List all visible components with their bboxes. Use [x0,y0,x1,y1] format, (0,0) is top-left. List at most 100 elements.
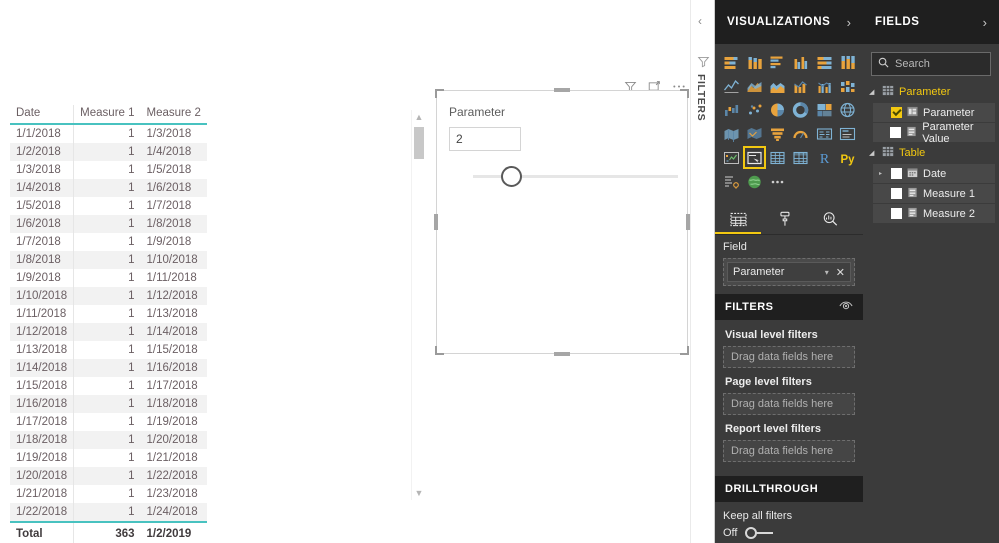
table-cell[interactable]: 1 [73,215,141,233]
table-visual[interactable]: Date Measure 1 Measure 2 1/1/2018 1 1/3/20… [10,105,207,543]
table-cell[interactable]: 1/16/2018 [140,359,207,377]
resize-handle-top-left[interactable] [435,89,444,98]
chevron-down-icon[interactable]: ▾ [825,268,829,277]
filter-dropzone[interactable]: Drag data fields here [723,346,855,368]
field-checkbox[interactable] [891,168,902,179]
viz-icon-line-stacked-column-chart[interactable] [789,74,812,97]
table-cell[interactable]: 1/10/2018 [140,251,207,269]
resize-handle-top[interactable] [554,88,570,92]
tab-format[interactable] [761,206,807,234]
slicer-visual[interactable]: Parameter 2 [434,88,690,356]
table-cell[interactable]: 1/9/2018 [141,233,207,251]
viz-icon-gauge-chart[interactable] [789,122,812,145]
close-icon[interactable]: ✕ [836,266,845,279]
table-cell[interactable]: 1/15/2018 [10,377,74,395]
table-cell[interactable]: 1/5/2018 [141,161,207,179]
field-chip-parameter[interactable]: Parameter ▾ ✕ [727,262,851,282]
table-cell[interactable]: 1 [73,161,141,179]
table-cell[interactable]: 1/6/2018 [140,179,207,197]
table-cell[interactable]: 1 [73,323,141,341]
search-input[interactable]: Search [871,52,991,76]
visualization-gallery[interactable]: R Py [715,44,863,197]
table-row[interactable]: 1/22/2018 1 1/24/2018 [10,503,207,522]
viz-icon-line-chart[interactable] [720,74,743,97]
table-cell[interactable]: 1/23/2018 [141,485,207,503]
table-cell[interactable]: 1/6/2018 [10,215,74,233]
viz-icon-100-stacked-column-chart[interactable] [836,50,859,73]
viz-icon-table[interactable] [766,146,789,169]
table-cell[interactable]: 1/14/2018 [140,323,207,341]
table-cell[interactable]: 1/16/2018 [10,395,74,413]
table-row[interactable]: 1/21/2018 1 1/23/2018 [10,485,207,503]
table-row[interactable]: 1/6/2018 1 1/8/2018 [10,215,207,233]
viz-icon-card[interactable] [836,122,859,145]
fields-table-group-table[interactable]: ◢ Table [863,143,999,163]
scroll-up-arrow[interactable]: ▲ [412,110,426,124]
table-cell[interactable]: 1/21/2018 [141,449,207,467]
chevron-left-icon[interactable]: ‹ [698,14,702,28]
viz-icon-r-script-visual[interactable]: R [813,146,836,169]
table-cell[interactable]: 1 [73,197,141,215]
table-cell[interactable]: 1/20/2018 [10,467,74,485]
table-row[interactable]: 1/2/2018 1 1/4/2018 [10,143,207,161]
table-cell[interactable]: 1/10/2018 [10,287,74,305]
table-cell[interactable]: 1 [73,431,141,449]
eye-icon[interactable] [839,298,853,316]
table-row[interactable]: 1/20/2018 1 1/22/2018 [10,467,207,485]
expand-icon[interactable]: ▸ [879,170,886,177]
table-cell[interactable]: 1/22/2018 [10,503,74,522]
table-row[interactable]: 1/5/2018 1 1/7/2018 [10,197,207,215]
table-cell[interactable]: 1/11/2018 [10,305,74,323]
table-row[interactable]: 1/4/2018 1 1/6/2018 [10,179,207,197]
table-cell[interactable]: 1 [73,287,141,305]
table-cell[interactable]: 1/2/2018 [10,143,74,161]
viz-icon-area-chart[interactable] [743,74,766,97]
table-row[interactable]: 1/8/2018 1 1/10/2018 [10,251,207,269]
viz-icon-funnel-chart[interactable] [766,122,789,145]
table-row[interactable]: 1/12/2018 1 1/14/2018 [10,323,207,341]
table-cell[interactable]: 1/21/2018 [10,485,74,503]
viz-icon-filled-map[interactable] [720,122,743,145]
table-cell[interactable]: 1/12/2018 [10,323,74,341]
viz-icon-slicer[interactable] [743,146,767,169]
table-cell[interactable]: 1/24/2018 [140,503,207,522]
field-row-measure-2[interactable]: Measure 2 [873,204,995,223]
table-cell[interactable]: 1/14/2018 [10,359,74,377]
table-cell[interactable]: 1 [73,179,141,197]
field-row-parameter-value[interactable]: Parameter Value [873,121,995,145]
table-row[interactable]: 1/13/2018 1 1/15/2018 [10,341,207,359]
table-cell[interactable]: 1/13/2018 [141,305,207,323]
viz-icon-line-clustered-column-chart[interactable] [813,74,836,97]
table-cell[interactable]: 1 [73,395,141,413]
table-row[interactable]: 1/19/2018 1 1/21/2018 [10,449,207,467]
resize-handle-bottom-right[interactable] [680,346,689,355]
slicer-value-input[interactable]: 2 [449,127,521,151]
table-cell[interactable]: 1 [73,124,141,143]
chevron-right-icon-fields[interactable]: › [983,15,987,30]
viz-icon-pie-chart[interactable] [766,98,789,121]
keep-all-filters-toggle-row[interactable]: Off [723,527,855,539]
filters-pane-collapsed[interactable]: ‹ FILTERS [690,0,715,543]
table-cell[interactable]: 1 [73,359,141,377]
viz-icon-stacked-column-chart[interactable] [743,50,766,73]
viz-icon-clustered-bar-chart[interactable] [766,50,789,73]
field-checkbox[interactable] [891,208,902,219]
fields-tree[interactable]: ◢ Parameter Parameter Parameter Value ◢ Table… [863,80,999,223]
slider-handle[interactable] [501,166,522,187]
chevron-right-icon[interactable]: › [847,15,851,30]
table-cell[interactable]: 1 [73,485,141,503]
scrollbar-thumb[interactable] [414,127,424,159]
slicer-container[interactable]: Parameter 2 [436,90,688,354]
field-checkbox[interactable] [891,107,902,118]
viz-icon-treemap[interactable] [813,98,836,121]
tab-analytics[interactable] [807,206,853,234]
table-cell[interactable]: 1 [73,143,141,161]
viz-icon-ribbon-chart[interactable] [836,74,859,97]
viz-icon-waterfall-chart[interactable] [720,98,743,121]
resize-handle-top-right[interactable] [680,89,689,98]
table-row[interactable]: 1/15/2018 1 1/17/2018 [10,377,207,395]
viz-icon-stacked-bar-chart[interactable] [720,50,743,73]
table-row[interactable]: 1/17/2018 1 1/19/2018 [10,413,207,431]
expand-collapse-icon[interactable]: ◢ [869,149,877,157]
table-row[interactable]: 1/16/2018 1 1/18/2018 [10,395,207,413]
